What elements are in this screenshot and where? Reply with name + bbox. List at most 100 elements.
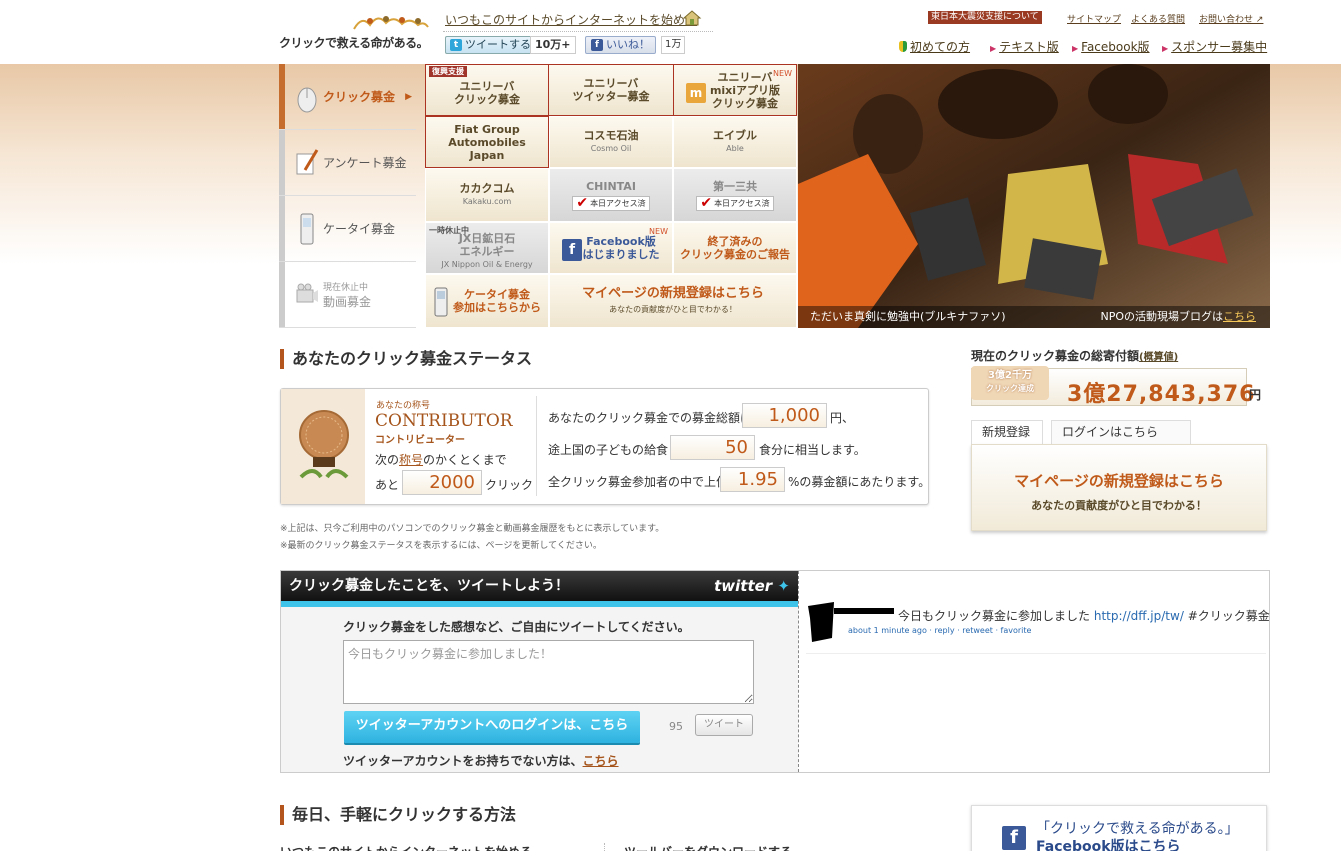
house-icon [682,10,702,26]
timeline-url-link[interactable]: http://dff.jp/tw/ [1094,609,1184,623]
badge-line: 3億2千万 [988,370,1032,381]
tweet-button[interactable]: t ツイートする [445,36,536,54]
homepage-link[interactable]: いつもこのサイトからインターネットを始める [445,11,697,28]
accessed-badge: ✔ 本日アクセス済 [696,194,774,211]
twitter-signup-link[interactable]: こちら [583,754,619,768]
paused-label: 一時休止中 [429,226,469,235]
estimate-link[interactable]: (概算値) [1139,352,1178,363]
new-tag: NEW [649,227,668,236]
next-rank-text: 次の称号のかくとくまで [375,451,507,468]
total-donation-label: 現在のクリック募金の総寄付額(概算値) [971,347,1178,364]
tile-text: はじまりました [582,248,660,261]
sponsor-name: Fiat Group [454,122,520,136]
nav-beginners[interactable]: 初めての方 [899,38,970,55]
npo-blog-link[interactable]: こちら [1223,310,1256,323]
divider [798,571,799,772]
tab-register[interactable]: 新規登録 [971,420,1043,444]
sponsor-fiat[interactable]: Fiat Group Automobiles Japan [425,116,549,168]
tab-login[interactable]: ログインはこちら [1051,420,1191,444]
twitter-login-button[interactable]: ツイッターアカウントへのログインは、こちら [344,711,640,743]
sponsor-name: エイブル [713,129,757,142]
percentile-prefix: 全クリック募金参加者の中で上位 [548,475,729,489]
side-menu: クリック募金 ▶ アンケート募金 ケータイ募金 現在休止中 動画募金 [279,64,416,328]
facebook-version-banner[interactable]: f 「クリックで救える命がある。」 Facebook版はこちら [971,805,1267,851]
children-studying-photo [798,64,1270,328]
mypage-register-button[interactable]: マイページの新規登録はこちら あなたの貢献度がひと目でわかる！ [971,444,1267,531]
faq-link[interactable]: よくある質問 [1131,12,1185,25]
sponsor-sub: Able [726,144,744,153]
sponsor-name: エネルギー [459,244,515,258]
timeline-tweet: 今日もクリック募金に参加しました http://dff.jp/tw/ #クリック… [898,607,1270,624]
accessed-badge: ✔ 本日アクセス済 [572,194,650,211]
twitter-header-title: クリック募金したことを、ツイートしよう！ [289,578,569,594]
checkmark-icon: ✔ [576,194,589,211]
meal-suffix: 食分に相当します。 [759,443,866,457]
howto-title: 毎日、手軽にクリックする方法 [280,805,516,825]
remaining-clicks-value: 2000 [402,470,482,495]
sponsor-unilever-click[interactable]: 復興支援 ユニリーバ クリック募金 [425,64,549,116]
milestone-badge: 3億2千万クリック達成 [971,366,1049,400]
mobile-donation-tile[interactable]: ケータイ募金 参加はこちらから [425,274,549,328]
no-account-text: ツイッターアカウントをお持ちでない方は、こちら [343,752,619,769]
mixi-icon: m [686,83,706,103]
like-count: 1万 [661,36,686,54]
redacted-avatar [808,602,894,642]
side-item-mobile-donation[interactable]: ケータイ募金 [279,196,416,262]
nav-facebook-version[interactable]: ▶ Facebook版 [1072,38,1150,55]
fb-banner-line: 「クリックで救える命がある。」 [1036,821,1239,837]
side-bar [279,262,285,327]
beginner-leaf-icon [899,41,907,52]
account-tabs: 新規登録 ログインはこちら [971,420,1267,444]
howto-item: いつもこのサイトからインターネットを始める [280,843,532,851]
side-item-survey-donation[interactable]: アンケート募金 [279,130,416,196]
tile-text: マイページの新規登録はこちら [582,285,764,301]
mobile-phone-icon [434,287,448,317]
side-bar [279,196,285,261]
twitter-logo: twitter ✦ [714,571,790,601]
contact-link[interactable]: お問い合わせ ↗ [1199,12,1263,25]
checkmark-icon: ✔ [700,194,713,211]
nav-sponsor[interactable]: ▶ スポンサー募集中 [1162,38,1267,55]
nav-text-version[interactable]: ▶ テキスト版 [990,38,1059,55]
quake-support-link[interactable]: 東日本大震災支援について [928,11,1042,24]
finished-report-tile[interactable]: 終了済みの クリック募金のご報告 [673,222,797,274]
rank-label: あなたの称号 [376,401,431,411]
sponsor-chintai[interactable]: CHINTAI ✔ 本日アクセス済 [549,168,673,222]
rank-link[interactable]: 称号 [399,453,423,467]
like-button[interactable]: f いいね！ [585,36,656,54]
sponsor-able[interactable]: エイブル Able [673,116,797,168]
tweet-textarea[interactable]: 今日もクリック募金に参加しました！ [343,640,754,704]
timeline-hashtag: #クリック募金 [1187,609,1270,623]
sponsor-name: ツイッター募金 [572,90,650,103]
sitemap-link[interactable]: サイトマップ [1067,12,1121,25]
tile-sub: あなたの貢献度がひと目でわかる！ [609,304,737,314]
sponsor-jx[interactable]: 一時休止中 JX日鉱日石 エネルギー JX Nippon Oil & Energ… [425,222,549,274]
twitter-bird-icon: t [450,39,462,51]
divider [806,653,1266,654]
tweet-submit-button[interactable]: ツイート [695,714,753,736]
divider [604,843,605,851]
video-camera-icon [296,283,318,303]
sponsor-unilever-twitter[interactable]: ユニリーバ ツイッター募金 [549,64,673,116]
sponsor-unilever-mixi[interactable]: NEW m ユニリーバ mixiアプリ版 クリック募金 [673,64,797,116]
facebook-version-tile[interactable]: NEW f Facebook版 はじまりました [549,222,673,274]
site-logo[interactable]: クリックで救える命がある。 [279,34,429,51]
blog-prefix: NPOの活動現場ブログは [1100,310,1223,323]
blog-link-row: NPOの活動現場ブログはこちら [1100,306,1256,328]
timeline-meta[interactable]: about 1 minute ago · reply · retweet · f… [848,626,1031,635]
status-note: ※上記は、只今ご利用中のパソコンでのクリック募金と動画募金履歴をもとに表示してい… [280,524,665,534]
mypage-register-tile[interactable]: マイページの新規登録はこちら あなたの貢献度がひと目でわかる！ [549,274,797,328]
fb-banner-line: Facebook版はこちら [1036,839,1181,851]
side-item-click-donation[interactable]: クリック募金 ▶ [279,64,416,130]
sponsor-kakaku[interactable]: カカクコム Kakaku.com [425,168,549,222]
twitter-bird-icon: ✦ [772,577,790,595]
arrow-right-icon: ▶ [405,92,412,102]
sponsor-cosmo[interactable]: コスモ石油 Cosmo Oil [549,116,673,168]
tile-text: Facebook版 [586,235,656,248]
sponsor-daiichi[interactable]: 第一三共 ✔ 本日アクセス済 [673,168,797,222]
tile-text: 終了済みの [707,235,763,248]
no-account-prefix: ツイッターアカウントをお持ちでない方は、 [343,754,583,768]
side-item-video-donation[interactable]: 現在休止中 動画募金 [279,262,416,328]
badge-line: クリック達成 [986,384,1034,393]
tweet-count: 10万+ [530,36,576,54]
